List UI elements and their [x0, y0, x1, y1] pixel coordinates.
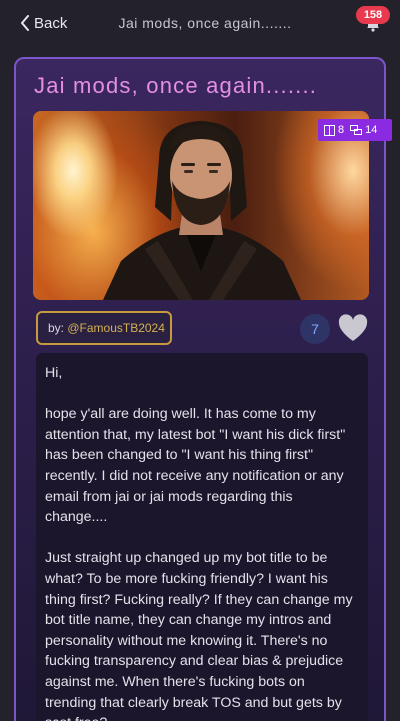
comments-count: 14 — [365, 124, 378, 136]
images-count: 8 — [338, 124, 345, 136]
top-bar: Back Jai mods, once again....... 158 — [0, 0, 400, 46]
chevron-left-icon — [21, 15, 29, 31]
notification-badge: 158 — [356, 6, 390, 24]
chat-icon — [350, 124, 363, 135]
author-prefix: by: — [48, 321, 68, 335]
post-title: Jai mods, once again....... — [34, 73, 318, 98]
page-title: Jai mods, once again....... — [118, 15, 292, 31]
author-tag[interactable]: by: @FamousTB2024 — [36, 311, 172, 345]
back-label: Back — [34, 14, 68, 32]
count-badge[interactable]: 7 — [300, 314, 330, 344]
image-stats-badge: 8 14 — [318, 119, 392, 141]
image-stack-icon — [324, 124, 335, 136]
post-body: Hi, hope y'all are doing well. It has co… — [36, 353, 368, 721]
heart-icon — [338, 314, 368, 341]
post-card: Jai mods, once again....... by: @FamousT… — [14, 57, 386, 721]
favorite-button[interactable] — [338, 314, 368, 344]
author-handle: @FamousTB2024 — [67, 321, 165, 335]
notifications-button[interactable]: 158 — [356, 6, 390, 34]
back-button[interactable]: Back — [20, 12, 67, 34]
